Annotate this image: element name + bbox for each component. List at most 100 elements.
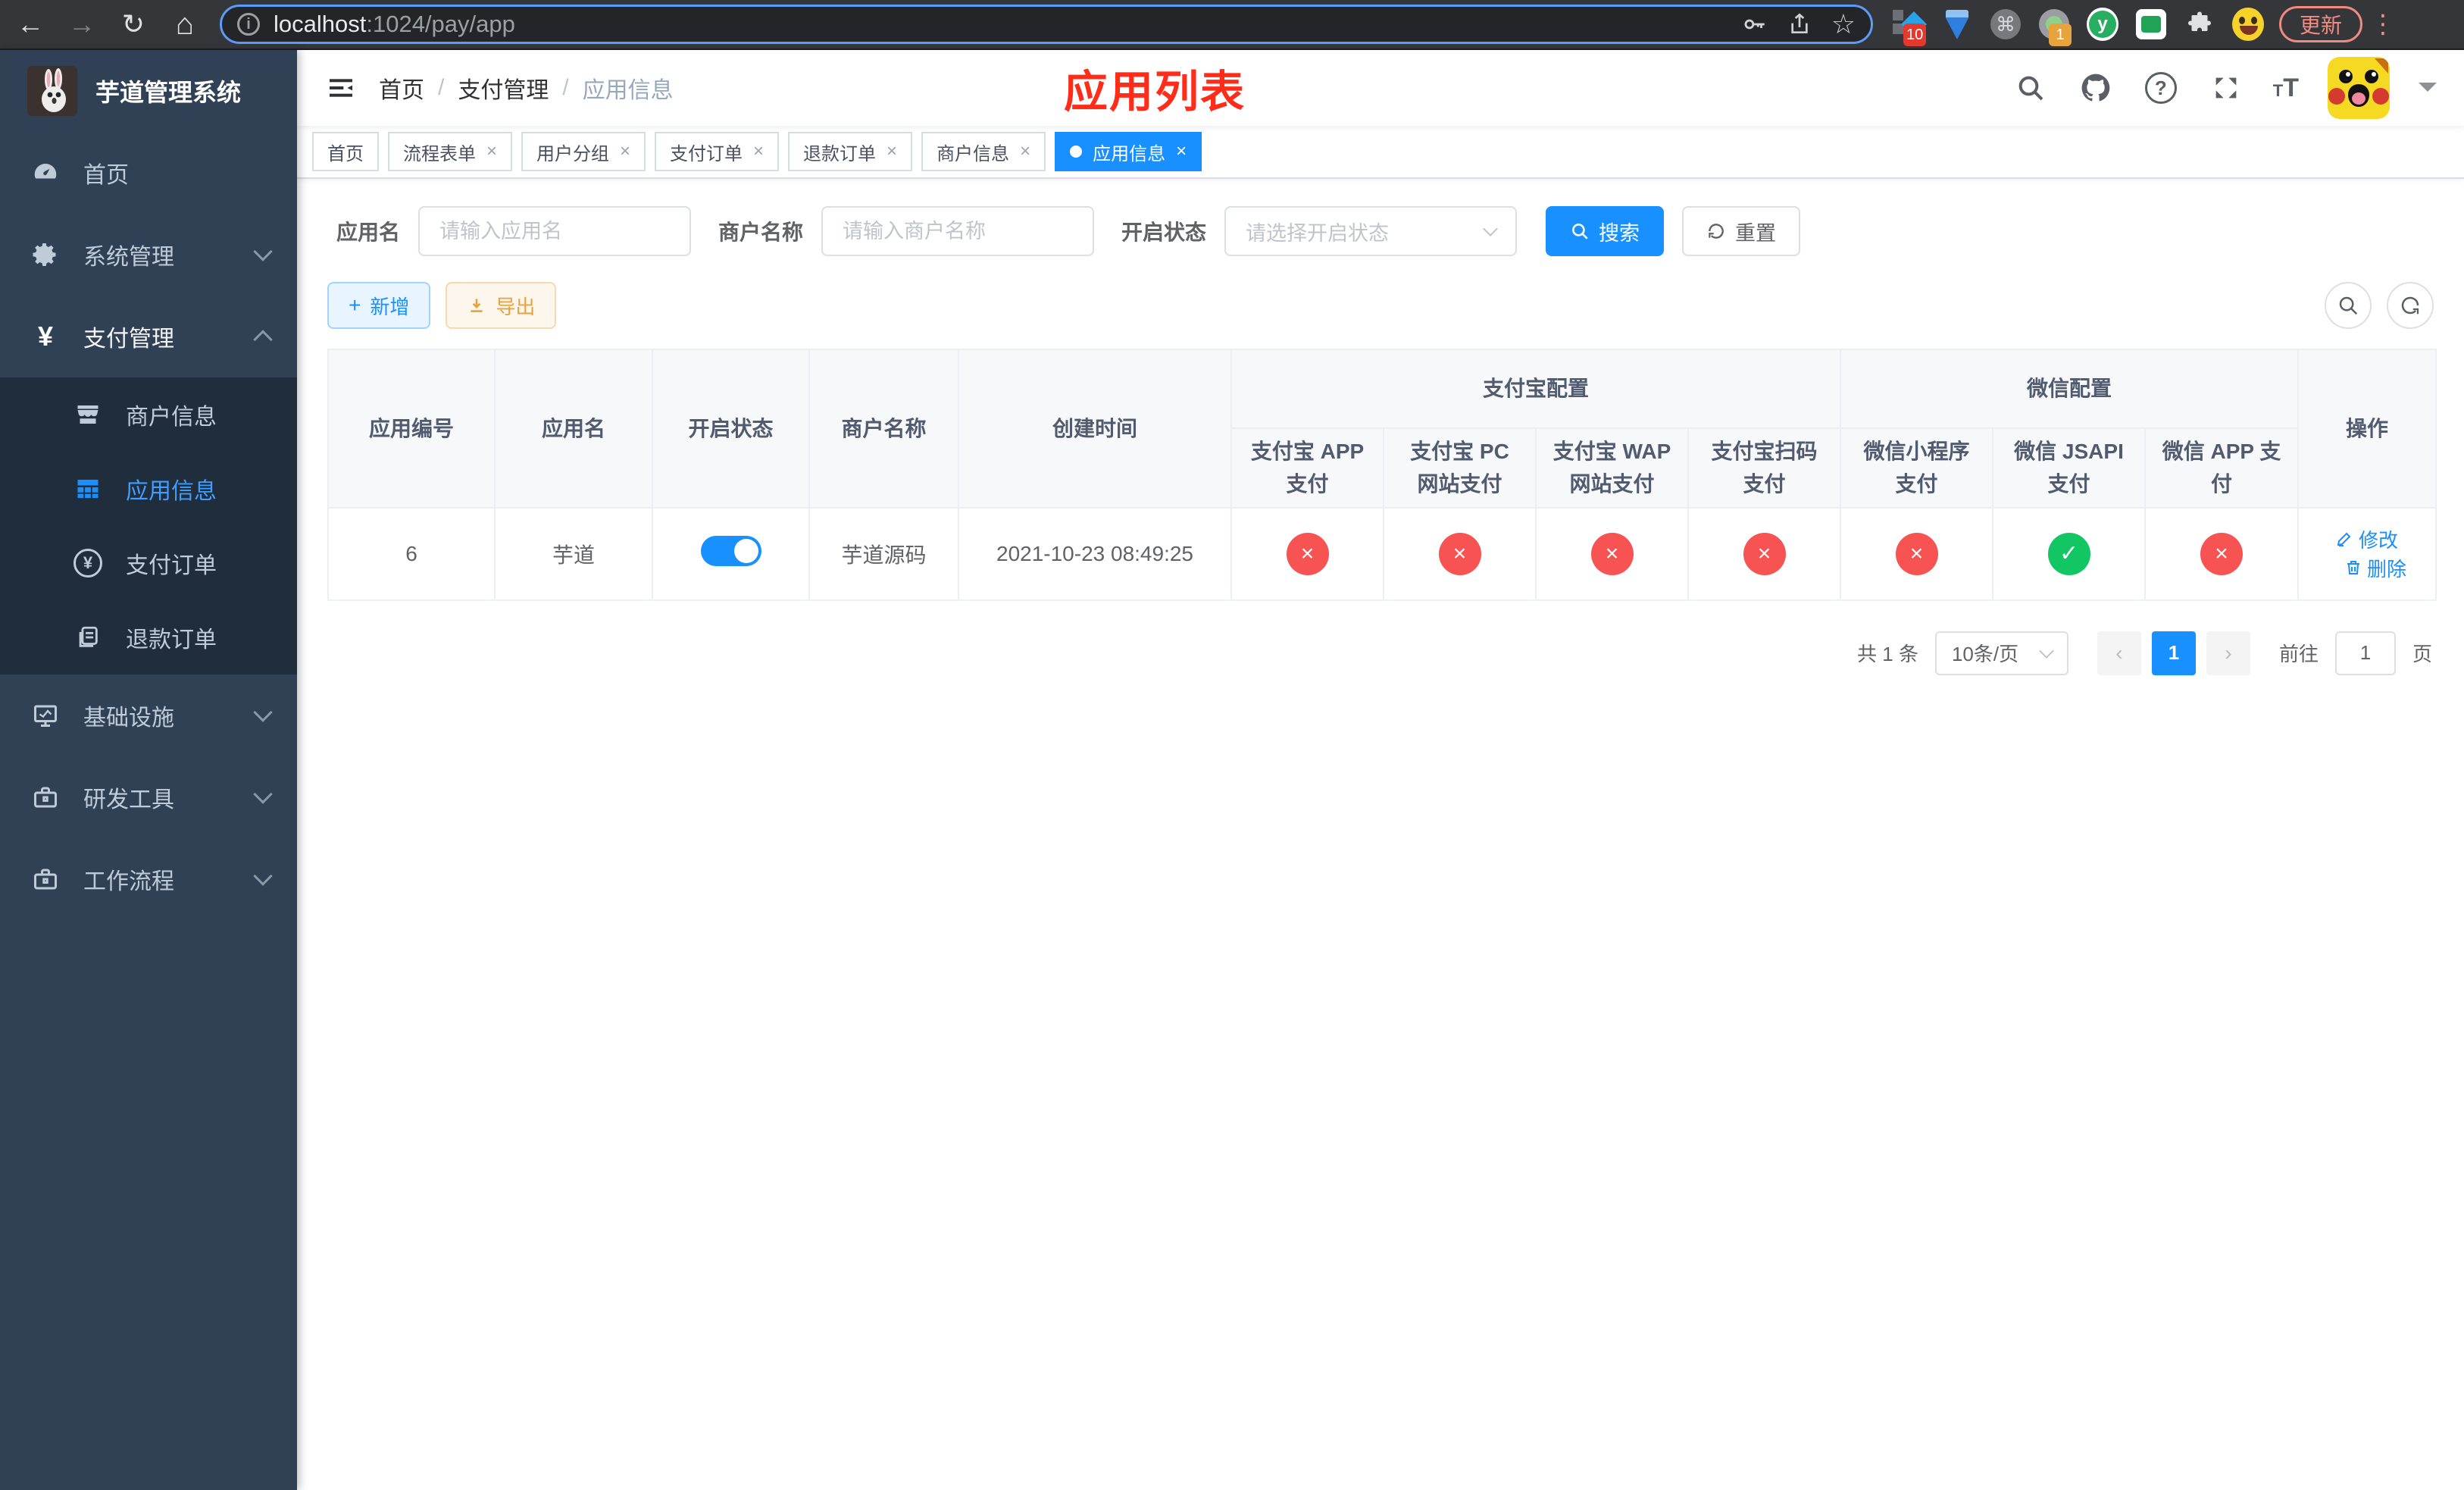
close-icon[interactable]: × bbox=[886, 141, 897, 162]
search-icon[interactable] bbox=[2012, 70, 2049, 106]
site-info-icon[interactable]: i bbox=[237, 13, 260, 36]
breadcrumb-payment[interactable]: 支付管理 bbox=[458, 71, 549, 105]
pagination: 共 1 条 10条/页 ‹ 1 › 前往 页 bbox=[327, 631, 2434, 675]
extension-camera-icon[interactable]: 1 bbox=[2038, 8, 2072, 46]
extensions-strip: 10 ⌘ 1 y bbox=[1893, 8, 2264, 46]
cell-alipay-app: × bbox=[1230, 506, 1384, 601]
cell-app-name: 芋道 bbox=[494, 506, 653, 601]
briefcase-icon bbox=[30, 866, 61, 893]
col-alipay-wap: 支付宝 WAP 网站支付 bbox=[1535, 427, 1689, 509]
col-created: 创建时间 bbox=[958, 349, 1232, 509]
cell-alipay-pc: × bbox=[1383, 506, 1537, 601]
prev-page-button[interactable]: ‹ bbox=[2097, 631, 2141, 675]
browser-home-button[interactable]: ⌂ bbox=[164, 3, 206, 45]
disabled-x-icon: × bbox=[2200, 532, 2244, 575]
extension-badge: 10 bbox=[1903, 23, 1927, 46]
help-icon[interactable]: ? bbox=[2143, 70, 2179, 106]
app-table: 应用编号 应用名 开启状态 商户名称 创建时间 支付宝配置 微信配置 操作 支付… bbox=[327, 349, 2437, 601]
cell-alipay-qr: × bbox=[1687, 506, 1842, 601]
search-button[interactable]: 搜索 bbox=[1546, 206, 1665, 256]
tab-merchant-info[interactable]: 商户信息 × bbox=[921, 132, 1046, 171]
sidebar-item-dev-tools[interactable]: 研发工具 bbox=[0, 756, 297, 838]
chevron-down-icon bbox=[253, 866, 273, 886]
extension-y-icon[interactable]: y bbox=[2087, 8, 2118, 41]
app-name-input[interactable] bbox=[418, 206, 692, 256]
monitor-icon bbox=[30, 702, 61, 729]
table-row: 6 芋道 芋道源码 2021-10-23 08:49:25 × × × × × … bbox=[327, 506, 2437, 601]
sidebar-item-home[interactable]: 首页 bbox=[0, 132, 297, 214]
collapse-sidebar-icon[interactable] bbox=[324, 71, 358, 105]
goto-page-input[interactable] bbox=[2334, 631, 2396, 675]
status-select[interactable]: 请选择开启状态 bbox=[1224, 206, 1518, 256]
col-group-alipay: 支付宝配置 bbox=[1230, 349, 1842, 429]
fullscreen-icon[interactable] bbox=[2208, 70, 2244, 106]
sidebar-item-pay-order[interactable]: ¥ 支付订单 bbox=[0, 526, 297, 600]
current-page-button[interactable]: 1 bbox=[2151, 631, 2196, 675]
sidebar-item-payment[interactable]: ¥ 支付管理 bbox=[0, 296, 297, 377]
close-icon[interactable]: × bbox=[486, 141, 497, 162]
user-avatar[interactable] bbox=[2328, 57, 2390, 119]
breadcrumb: 首页 / 支付管理 / 应用信息 bbox=[379, 71, 674, 105]
extension-gem-icon[interactable] bbox=[1941, 8, 1973, 40]
close-icon[interactable]: × bbox=[1176, 141, 1187, 162]
sidebar-item-label: 退款订单 bbox=[126, 628, 217, 653]
sidebar-item-label: 工作流程 bbox=[83, 869, 174, 894]
sidebar-item-refund-order[interactable]: 退款订单 bbox=[0, 600, 297, 675]
browser-back-button[interactable]: ← bbox=[9, 3, 52, 45]
gear-icon bbox=[30, 241, 61, 268]
merchant-name-input[interactable] bbox=[821, 206, 1095, 256]
cell-actions: 修改 删除 bbox=[2297, 506, 2437, 601]
reset-button[interactable]: 重置 bbox=[1682, 206, 1801, 256]
tab-home[interactable]: 首页 bbox=[312, 132, 379, 171]
avatar-caret-icon[interactable] bbox=[2419, 83, 2437, 101]
share-icon[interactable] bbox=[1787, 12, 1812, 36]
edit-link[interactable]: 修改 bbox=[2336, 525, 2398, 553]
page-unit-label: 页 bbox=[2412, 643, 2432, 666]
tab-pay-order[interactable]: 支付订单 × bbox=[655, 132, 780, 171]
close-icon[interactable]: × bbox=[620, 141, 630, 162]
breadcrumb-home[interactable]: 首页 bbox=[379, 71, 424, 105]
tab-app-info[interactable]: 应用信息 × bbox=[1055, 132, 1202, 171]
extensions-puzzle-icon[interactable] bbox=[2184, 8, 2215, 40]
add-button[interactable]: + 新增 bbox=[327, 282, 431, 329]
app-logo-row[interactable]: 芋道管理系统 bbox=[0, 50, 297, 132]
yen-circle-icon: ¥ bbox=[73, 549, 103, 578]
col-actions: 操作 bbox=[2297, 349, 2437, 509]
tags-view-bar: 首页 流程表单 × 用户分组 × 支付订单 × 退款订单 × 商户信息 × 应用信息 × bbox=[297, 126, 2464, 179]
sidebar-item-infrastructure[interactable]: 基础设施 bbox=[0, 675, 297, 756]
tab-refund-order[interactable]: 退款订单 × bbox=[788, 132, 913, 171]
page-size-select[interactable]: 10条/页 bbox=[1934, 631, 2068, 675]
tab-user-group[interactable]: 用户分组 × bbox=[521, 132, 646, 171]
sidebar-item-system[interactable]: 系统管理 bbox=[0, 214, 297, 296]
tab-process-form[interactable]: 流程表单 × bbox=[388, 132, 513, 171]
github-icon[interactable] bbox=[2078, 70, 2114, 106]
extension-chat-icon[interactable] bbox=[2135, 8, 2167, 40]
page-content: 应用名 商户名称 开启状态 请选择开启状态 搜索 重置 bbox=[297, 179, 2464, 1490]
bookmark-star-icon[interactable]: ☆ bbox=[1831, 8, 1856, 40]
extension-command-icon[interactable]: ⌘ bbox=[1990, 8, 2022, 40]
chevron-down-icon bbox=[1483, 221, 1498, 236]
close-icon[interactable]: × bbox=[753, 141, 764, 162]
sidebar-item-app-info[interactable]: 应用信息 bbox=[0, 452, 297, 526]
status-toggle[interactable] bbox=[700, 536, 761, 567]
sidebar-item-workflow[interactable]: 工作流程 bbox=[0, 838, 297, 920]
show-search-toggle-button[interactable] bbox=[2325, 282, 2372, 329]
download-icon bbox=[471, 299, 483, 312]
chrome-menu-icon[interactable]: ⋮ bbox=[2370, 9, 2396, 39]
extension-emoji-icon[interactable] bbox=[2232, 8, 2264, 41]
address-bar[interactable]: i localhost:1024/pay/app ☆ bbox=[220, 5, 1873, 44]
close-icon[interactable]: × bbox=[1020, 141, 1030, 162]
extension-pin-icon[interactable]: 10 bbox=[1893, 8, 1927, 46]
plus-icon: + bbox=[349, 293, 361, 317]
font-size-icon[interactable]: TT bbox=[2273, 74, 2299, 103]
sidebar-item-merchant-info[interactable]: 商户信息 bbox=[0, 377, 297, 452]
browser-forward-button[interactable]: → bbox=[61, 3, 103, 45]
refresh-button[interactable] bbox=[2387, 282, 2434, 329]
delete-link[interactable]: 删除 bbox=[2344, 554, 2406, 582]
url-text[interactable]: localhost:1024/pay/app bbox=[274, 11, 1742, 38]
chrome-update-button[interactable]: 更新 bbox=[2279, 6, 2363, 42]
password-key-icon[interactable] bbox=[1742, 11, 1768, 37]
browser-reload-button[interactable]: ↻ bbox=[112, 3, 155, 45]
next-page-button[interactable]: › bbox=[2206, 631, 2250, 675]
export-button[interactable]: 导出 bbox=[446, 282, 557, 329]
